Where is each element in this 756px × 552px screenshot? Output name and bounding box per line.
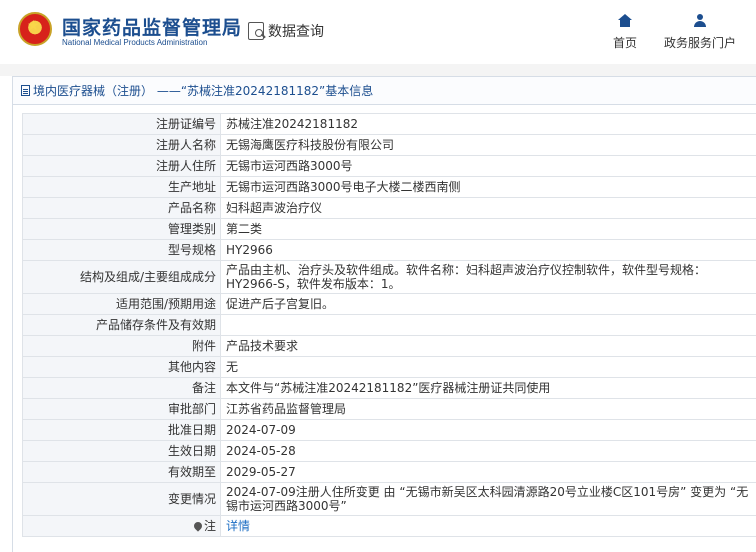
row-label: 注册人名称 [22, 134, 221, 156]
row-value: 妇科超声波治疗仪 [220, 197, 756, 219]
nav-gov-services-label: 政务服务门户 [663, 36, 736, 50]
panel-title-text: 境内医疗器械（注册） ——“苏械注准20242181182”基本信息 [33, 84, 374, 98]
table-row: 注册人名称 无锡海鹰医疗科技股份有限公司 [22, 134, 756, 156]
row-label: 结构及组成/主要组成成分 [22, 260, 221, 294]
row-label: 备注 [22, 377, 221, 399]
panel-title: 境内医疗器械（注册） ——“苏械注准20242181182”基本信息 [13, 77, 756, 105]
data-query-label: 数据查询 [268, 24, 324, 40]
table-row: 结构及组成/主要组成成分 产品由主机、治疗头及软件组成。软件名称：妇科超声波治疗仪… [22, 260, 756, 294]
row-label: 注册人住所 [22, 155, 221, 177]
table-row: 管理类别 第二类 [22, 218, 756, 240]
row-label: 产品名称 [22, 197, 221, 219]
table-row: 注册证编号 苏械注准20242181182 [22, 113, 756, 135]
row-value: 产品技术要求 [220, 335, 756, 357]
table-row: 生效日期 2024-05-28 [22, 440, 756, 462]
national-emblem-icon: ★ [18, 12, 52, 46]
table-row: 批准日期 2024-07-09 [22, 419, 756, 441]
table-row: 产品储存条件及有效期 [22, 314, 756, 336]
site-title[interactable]: 国家药品监督管理局 [62, 13, 242, 40]
site-header: ★ 国家药品监督管理局 National Medical Products Ad… [0, 0, 756, 62]
table-row: 注 详情 [22, 515, 756, 537]
details-link[interactable]: 详情 [226, 519, 250, 533]
row-value: 本文件与“苏械注准20242181182”医疗器械注册证共同使用 [220, 377, 756, 399]
row-label-note: 注 [22, 515, 221, 537]
table-row: 型号规格 HY2966 [22, 239, 756, 261]
row-label: 生产地址 [22, 176, 221, 198]
nav-home-label: 首页 [612, 36, 637, 50]
site-subtitle: National Medical Products Administration [62, 38, 208, 47]
row-label: 产品储存条件及有效期 [22, 314, 221, 336]
row-value: 2024-07-09 [220, 419, 756, 441]
row-value: 苏械注准20242181182 [220, 113, 756, 135]
row-label: 管理类别 [22, 218, 221, 240]
table-row: 审批部门 江苏省药品监督管理局 [22, 398, 756, 420]
row-value: 第二类 [220, 218, 756, 240]
row-label: 有效期至 [22, 461, 221, 483]
note-label: 注 [203, 519, 216, 533]
row-value-note: 详情 [220, 515, 756, 537]
row-label: 注册证编号 [22, 113, 221, 135]
home-icon [618, 14, 632, 28]
row-value: 无 [220, 356, 756, 378]
row-value: HY2966 [220, 239, 756, 261]
nav-gov-services[interactable]: 政务服务门户 [662, 14, 738, 51]
row-label: 变更情况 [22, 482, 221, 516]
table-row: 备注 本文件与“苏械注准20242181182”医疗器械注册证共同使用 [22, 377, 756, 399]
row-value: 无锡市运河西路3000号 [220, 155, 756, 177]
row-value: 产品由主机、治疗头及软件组成。软件名称：妇科超声波治疗仪控制软件，软件型号规格：… [220, 260, 756, 294]
row-value: 无锡市运河西路3000号电子大楼二楼西南侧 [220, 176, 756, 198]
row-label: 其他内容 [22, 356, 221, 378]
row-label: 适用范围/预期用途 [22, 293, 221, 315]
row-value [220, 314, 756, 336]
table-row: 适用范围/预期用途 促进产后子宫复旧。 [22, 293, 756, 315]
table-row: 其他内容无 [22, 356, 756, 378]
row-label: 审批部门 [22, 398, 221, 420]
header-divider [0, 64, 756, 76]
detail-panel: 境内医疗器械（注册） ——“苏械注准20242181182”基本信息 注册证编号… [12, 76, 756, 552]
pin-icon [192, 520, 204, 532]
table-row: 附件 产品技术要求 [22, 335, 756, 357]
document-icon [21, 85, 30, 96]
table-row: 变更情况 2024-07-09注册人住所变更 由 “无锡市新吴区太科园清源路20号… [22, 482, 756, 516]
row-value: 2029-05-27 [220, 461, 756, 483]
row-value: 2024-07-09注册人住所变更 由 “无锡市新吴区太科园清源路20号立业楼C… [220, 482, 756, 516]
row-value: 促进产后子宫复旧。 [220, 293, 756, 315]
table-row: 产品名称 妇科超声波治疗仪 [22, 197, 756, 219]
info-table: 注册证编号 苏械注准20242181182 注册人名称 无锡海鹰医疗科技股份有限公司… [22, 113, 756, 537]
row-label: 型号规格 [22, 239, 221, 261]
row-label: 批准日期 [22, 419, 221, 441]
table-row: 有效期至 2029-05-27 [22, 461, 756, 483]
row-label: 生效日期 [22, 440, 221, 462]
search-document-icon [248, 22, 264, 40]
row-value: 2024-05-28 [220, 440, 756, 462]
table-row: 注册人住所 无锡市运河西路3000号 [22, 155, 756, 177]
nav-home[interactable]: 首页 [608, 14, 642, 51]
row-label: 附件 [22, 335, 221, 357]
table-row: 生产地址 无锡市运河西路3000号电子大楼二楼西南侧 [22, 176, 756, 198]
row-value: 江苏省药品监督管理局 [220, 398, 756, 420]
row-value: 无锡海鹰医疗科技股份有限公司 [220, 134, 756, 156]
user-icon [693, 14, 707, 28]
data-query-link[interactable]: 数据查询 [248, 21, 324, 41]
